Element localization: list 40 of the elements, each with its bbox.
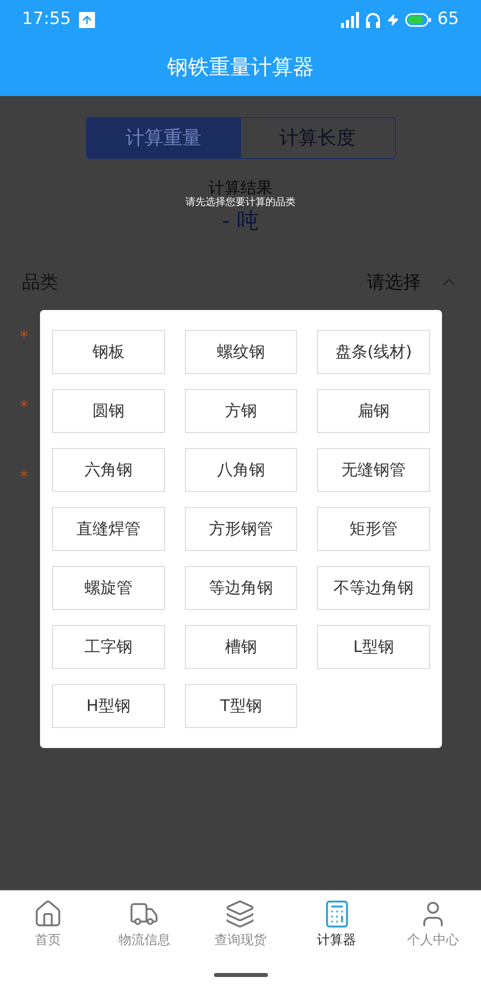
- category-option[interactable]: 圆钢: [52, 389, 165, 433]
- category-option[interactable]: 螺旋管: [52, 566, 165, 610]
- page-title: 钢铁重量计算器: [167, 54, 314, 82]
- category-option[interactable]: 扁钢: [317, 389, 430, 433]
- mode-tab[interactable]: 计算重量: [86, 118, 240, 158]
- home-indicator: [214, 972, 268, 976]
- category-option[interactable]: 八角钢: [184, 448, 298, 492]
- category-option[interactable]: 钢板: [52, 330, 165, 374]
- nav-tab[interactable]: 计算器: [292, 899, 382, 950]
- category-option[interactable]: 不等边角钢: [317, 566, 430, 610]
- layers-icon: [225, 899, 256, 929]
- status-time: 17:55: [22, 8, 71, 32]
- battery-icon: [405, 13, 432, 27]
- category-option[interactable]: 方钢: [184, 389, 298, 433]
- battery-level: 65: [437, 8, 459, 32]
- nav-tab[interactable]: 个人中心: [388, 899, 478, 950]
- category-option[interactable]: L型钢: [317, 625, 430, 669]
- category-option[interactable]: 直缝焊管: [52, 507, 165, 551]
- category-option[interactable]: T型钢: [184, 684, 298, 728]
- category-option[interactable]: 矩形管: [317, 507, 430, 551]
- category-option[interactable]: 六角钢: [52, 448, 165, 492]
- charging-icon: [387, 14, 400, 26]
- signal-icon: [341, 12, 360, 28]
- category-option[interactable]: 槽钢: [184, 625, 298, 669]
- category-option[interactable]: 螺纹钢: [184, 330, 298, 374]
- nav-tab[interactable]: 查询现货: [195, 899, 286, 950]
- required-mark: *: [20, 397, 28, 417]
- required-mark: *: [20, 327, 28, 347]
- category-option[interactable]: 等边角钢: [184, 566, 298, 610]
- upload-icon: [79, 12, 95, 28]
- category-option[interactable]: 盘条(线材): [317, 330, 430, 374]
- required-mark: *: [20, 467, 28, 487]
- nav-tab[interactable]: 首页: [3, 899, 94, 950]
- toast-message: 请先选择您要计算的品类: [186, 197, 296, 209]
- headphone-icon: [365, 12, 382, 28]
- category-option[interactable]: 方形钢管: [184, 507, 298, 551]
- category-option[interactable]: 无缝钢管: [317, 448, 430, 492]
- category-option[interactable]: 工字钢: [52, 625, 165, 669]
- nav-tab[interactable]: 物流信息: [99, 899, 190, 950]
- category-option[interactable]: H型钢: [52, 684, 165, 728]
